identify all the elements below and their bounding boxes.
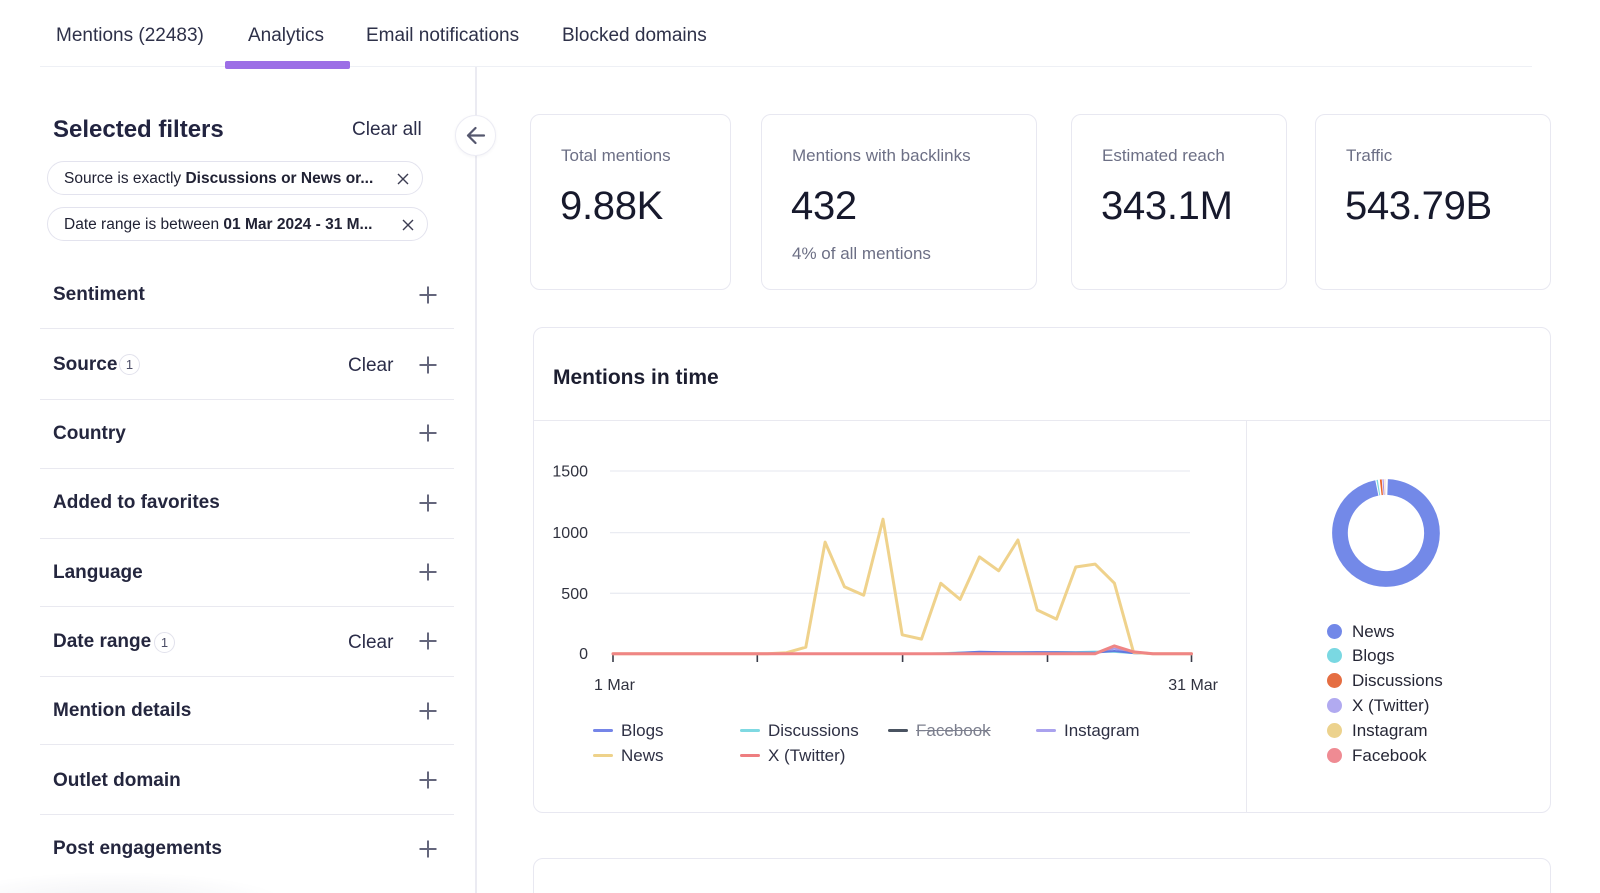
svg-text:1000: 1000	[552, 525, 588, 542]
svg-text:500: 500	[561, 586, 588, 603]
svg-text:31 Mar: 31 Mar	[1168, 677, 1218, 694]
svg-text:1 Mar: 1 Mar	[594, 677, 636, 694]
svg-text:1500: 1500	[552, 464, 588, 481]
svg-text:0: 0	[579, 646, 588, 663]
